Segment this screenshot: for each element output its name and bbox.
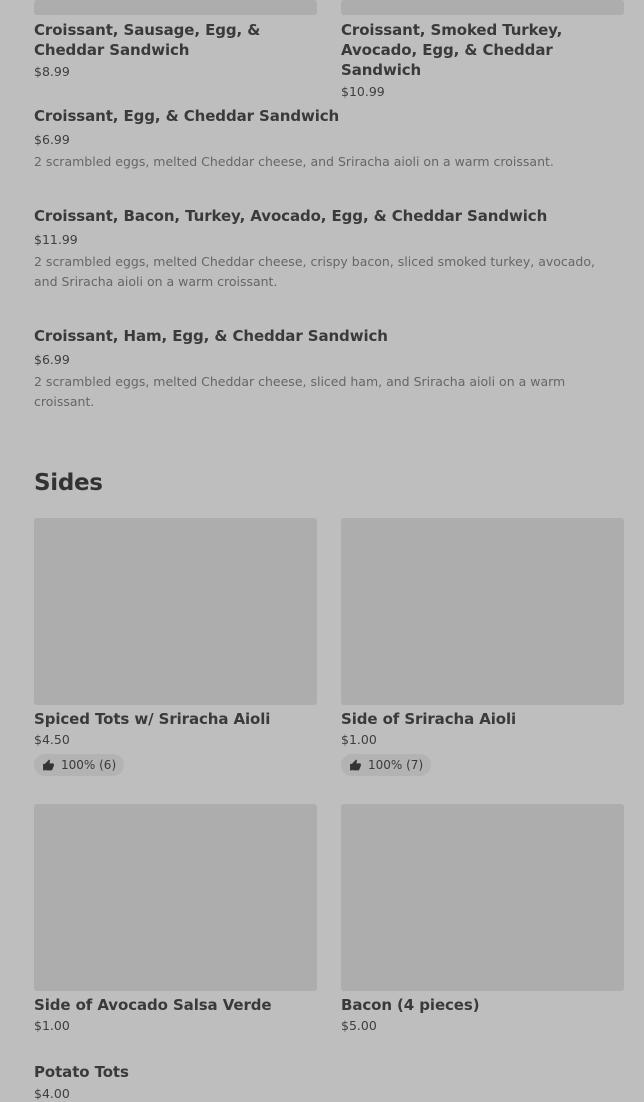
item-image [341,804,624,991]
item-price: $1.00 [341,732,377,747]
item-price: $1.00 [34,1018,70,1033]
item-image [34,518,317,705]
item-name: Bacon (4 pieces) [341,996,480,1014]
thumbs-up-icon [43,759,54,770]
rating-badge: 100% (6) [34,754,125,776]
item-name: Croissant, Sausage, Egg, & Cheddar Sandw… [34,21,261,59]
rating-text: 100% (6) [61,758,117,772]
rating-badge: 100% (7) [341,754,432,776]
item-price: $10.99 [341,84,385,99]
item-image [34,804,317,991]
item-image [341,518,624,705]
item-description: 2 scrambled eggs, melted Cheddar cheese,… [34,374,566,409]
list-item[interactable]: Croissant, Ham, Egg, & Cheddar Sandwich … [34,326,614,412]
item-name: Croissant, Egg, & Cheddar Sandwich [34,107,340,125]
item-description: 2 scrambled eggs, melted Cheddar cheese,… [34,254,595,289]
list-item[interactable]: Potato Tots $4.00 [34,1062,317,1102]
item-image[interactable] [34,0,317,15]
rating-text: 100% (7) [368,758,424,772]
item-price: $6.99 [34,132,70,147]
item-price: $8.99 [34,64,70,79]
list-item[interactable]: Croissant, Bacon, Turkey, Avocado, Egg, … [34,206,614,292]
section-title: Sides [34,470,103,496]
item-name: Side of Sriracha Aioli [341,710,517,728]
menu-card[interactable]: Croissant, Sausage, Egg, & Cheddar Sandw… [34,20,317,80]
item-description: 2 scrambled eggs, melted Cheddar cheese,… [34,154,554,169]
item-name: Side of Avocado Salsa Verde [34,996,272,1014]
menu-card[interactable]: Side of Avocado Salsa Verde $1.00 [34,804,317,1034]
item-name: Croissant, Bacon, Turkey, Avocado, Egg, … [34,207,548,225]
item-name: Croissant, Ham, Egg, & Cheddar Sandwich [34,327,388,345]
item-price: $4.50 [34,732,70,747]
item-price: $6.99 [34,352,70,367]
menu-card[interactable]: Spiced Tots w/ Sriracha Aioli $4.50 100%… [34,518,317,776]
menu-card[interactable]: Side of Sriracha Aioli $1.00 100% (7) [341,518,624,776]
item-image[interactable] [341,0,624,15]
item-price: $4.00 [34,1086,70,1101]
item-name: Spiced Tots w/ Sriracha Aioli [34,710,271,728]
item-price: $11.99 [34,232,78,247]
item-name: Croissant, Smoked Turkey, Avocado, Egg, … [341,21,563,79]
item-name: Potato Tots [34,1063,129,1081]
menu-card[interactable]: Croissant, Smoked Turkey, Avocado, Egg, … [341,20,631,100]
list-item[interactable]: Croissant, Egg, & Cheddar Sandwich $6.99… [34,106,614,172]
menu-card[interactable]: Bacon (4 pieces) $5.00 [341,804,624,1034]
thumbs-up-icon [350,759,361,770]
item-price: $5.00 [341,1018,377,1033]
